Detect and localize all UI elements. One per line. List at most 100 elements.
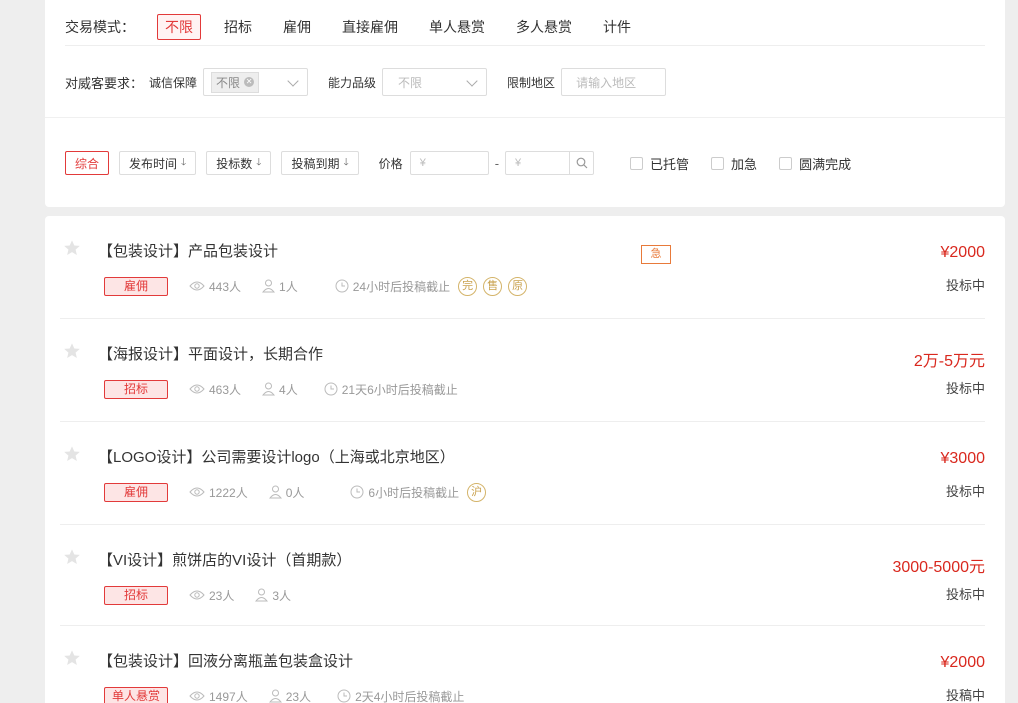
- credit-select[interactable]: 不限 ✕: [203, 68, 309, 96]
- mode-option-direct-hire[interactable]: 直接雇佣: [334, 14, 406, 40]
- arrow-down-icon: 🡓: [343, 156, 349, 168]
- star-icon[interactable]: [63, 445, 81, 463]
- views-text: 443人: [209, 279, 242, 294]
- bidders-text: 0人: [285, 485, 305, 500]
- credit-tag: 不限 ✕: [211, 71, 260, 93]
- star-icon[interactable]: [63, 649, 81, 667]
- star-icon[interactable]: [63, 239, 81, 257]
- task-meta: 单人悬赏 1497人 23人 2天4小时后投稿截止: [104, 686, 464, 703]
- checkbox-escrow[interactable]: 已托管: [630, 154, 689, 173]
- clock-icon: [324, 382, 338, 396]
- mode-option-bidding[interactable]: 招标: [216, 14, 260, 40]
- bidders-text: 23人: [285, 689, 312, 703]
- service-badge: 售: [483, 276, 503, 296]
- eye-icon: [189, 281, 205, 291]
- star-icon[interactable]: [63, 548, 81, 566]
- mode-option-multi-reward[interactable]: 多人悬赏: [508, 14, 580, 40]
- checkbox-box[interactable]: [711, 156, 725, 170]
- eye-icon: [189, 691, 205, 701]
- requirement-label: 对威客要求：: [65, 75, 144, 91]
- clock-icon: [337, 689, 351, 703]
- task-title[interactable]: 【VI设计】煎饼店的VI设计（首期款）: [98, 549, 351, 570]
- checkbox-urgent-label: 加急: [731, 156, 758, 172]
- deadline-text: 2天4小时后投稿截止: [355, 689, 465, 703]
- task-title[interactable]: 【LOGO设计】公司需要设计logo（上海或北京地区）: [98, 446, 455, 467]
- task-list: 【包装设计】产品包装设计 急 ¥2000 投标中 雇佣 443人 1人 24小时…: [45, 216, 1005, 703]
- price-max-input[interactable]: ¥: [505, 151, 595, 175]
- task-meta: 招标 23人 3人: [104, 585, 291, 605]
- task-status: 投标中: [945, 587, 985, 602]
- views-count: 23人: [189, 587, 234, 604]
- arrow-down-icon: 🡓: [256, 156, 262, 168]
- task-type-badge: 招标: [104, 379, 168, 399]
- views-count: 1497人: [189, 688, 248, 703]
- task-title[interactable]: 【海报设计】平面设计，长期合作: [98, 343, 323, 364]
- sort-publish-time[interactable]: 发布时间 🡓: [119, 151, 197, 175]
- sort-deadline[interactable]: 投稿到期 🡓: [281, 151, 359, 175]
- sort-comprehensive[interactable]: 综合: [65, 151, 110, 175]
- price-dash: -: [494, 155, 500, 171]
- mode-option-unlimited[interactable]: 不限: [157, 13, 201, 40]
- bidders-count: 0人: [268, 484, 305, 501]
- arrow-down-icon: 🡓: [181, 156, 187, 168]
- task-type-badge: 雇佣: [104, 482, 168, 502]
- service-badges: 沪: [459, 482, 487, 502]
- region-label: 限制地区: [507, 75, 556, 90]
- search-icon[interactable]: [569, 152, 593, 174]
- task-item[interactable]: 【包装设计】回液分离瓶盖包装盒设计 ¥2000 投稿中 单人悬赏 1497人 2…: [60, 626, 985, 703]
- task-title[interactable]: 【包装设计】回液分离瓶盖包装盒设计: [98, 650, 353, 671]
- person-icon: [268, 485, 282, 499]
- deadline: 6小时后投稿截止: [350, 484, 459, 501]
- views-count: 443人: [189, 278, 241, 295]
- views-text: 23人: [209, 588, 235, 603]
- eye-icon: [189, 590, 205, 600]
- sort-bid-count[interactable]: 投标数 🡓: [206, 151, 272, 175]
- checkbox-escrow-label: 已托管: [650, 156, 690, 172]
- task-price: ¥2000: [940, 654, 986, 671]
- task-item[interactable]: 【LOGO设计】公司需要设计logo（上海或北京地区） ¥3000 投标中 雇佣…: [60, 422, 985, 525]
- task-price: ¥3000: [940, 450, 986, 467]
- task-price: 3000-5000元: [892, 559, 985, 576]
- person-icon: [262, 382, 276, 396]
- divider: [45, 117, 1005, 118]
- mode-label: 交易模式：: [65, 18, 135, 35]
- checkbox-urgent[interactable]: 加急: [711, 154, 757, 173]
- mode-option-piecework[interactable]: 计件: [595, 14, 639, 40]
- region-input[interactable]: 请输入地区: [561, 68, 667, 96]
- task-item[interactable]: 【包装设计】产品包装设计 急 ¥2000 投标中 雇佣 443人 1人 24小时…: [60, 216, 985, 319]
- checkbox-box[interactable]: [779, 156, 793, 170]
- deadline-text: 24小时后投稿截止: [352, 279, 451, 294]
- task-item[interactable]: 【VI设计】煎饼店的VI设计（首期款） 3000-5000元 投标中 招标 23…: [60, 525, 985, 626]
- deadline: 2天4小时后投稿截止: [337, 688, 464, 703]
- bidders-text: 1人: [279, 279, 298, 294]
- person-icon: [268, 689, 282, 703]
- task-meta: 招标 463人 4人 21天6小时后投稿截止: [104, 379, 458, 399]
- task-item[interactable]: 【海报设计】平面设计，长期合作 2万-5万元 投标中 招标 463人 4人 21…: [60, 319, 985, 422]
- checkbox-box[interactable]: [630, 156, 644, 170]
- service-badge: 原: [508, 276, 528, 296]
- eye-icon: [189, 384, 205, 394]
- task-status: 投标中: [945, 278, 985, 293]
- bidders-text: 3人: [272, 588, 292, 603]
- star-icon[interactable]: [63, 342, 81, 360]
- sort-row: 综合 发布时间 🡓 投标数 🡓 投稿到期 🡓 价格 ¥ - ¥ 已托管 加急 圆满完成: [65, 151, 851, 175]
- task-meta: 雇佣 443人 1人 24小时后投稿截止 完 售 原: [104, 276, 528, 296]
- task-status: 投稿中: [945, 688, 985, 703]
- checkbox-completed[interactable]: 圆满完成: [779, 154, 851, 173]
- task-title[interactable]: 【包装设计】产品包装设计: [98, 240, 278, 261]
- deadline: 24小时后投稿截止: [335, 278, 450, 295]
- mode-option-hire[interactable]: 雇佣: [275, 14, 319, 40]
- ability-select[interactable]: 不限: [382, 68, 488, 96]
- sort-bid-count-label: 投标数: [216, 156, 253, 171]
- mode-option-single-reward[interactable]: 单人悬赏: [421, 14, 493, 40]
- deadline: 21天6小时后投稿截止: [324, 381, 458, 398]
- task-type-badge: 招标: [104, 585, 168, 605]
- close-icon[interactable]: ✕: [244, 77, 255, 87]
- urgent-badge: 急: [641, 245, 671, 264]
- sort-deadline-label: 投稿到期: [291, 156, 340, 171]
- bidders-count: 4人: [262, 381, 298, 398]
- price-min-input[interactable]: ¥: [409, 151, 489, 175]
- mode-filter-row: 交易模式： 不限 招标 雇佣 直接雇佣 单人悬赏 多人悬赏 计件: [65, 8, 985, 46]
- task-meta: 雇佣 1222人 0人 6小时后投稿截止 沪: [104, 482, 487, 502]
- ability-label: 能力品级: [328, 75, 377, 90]
